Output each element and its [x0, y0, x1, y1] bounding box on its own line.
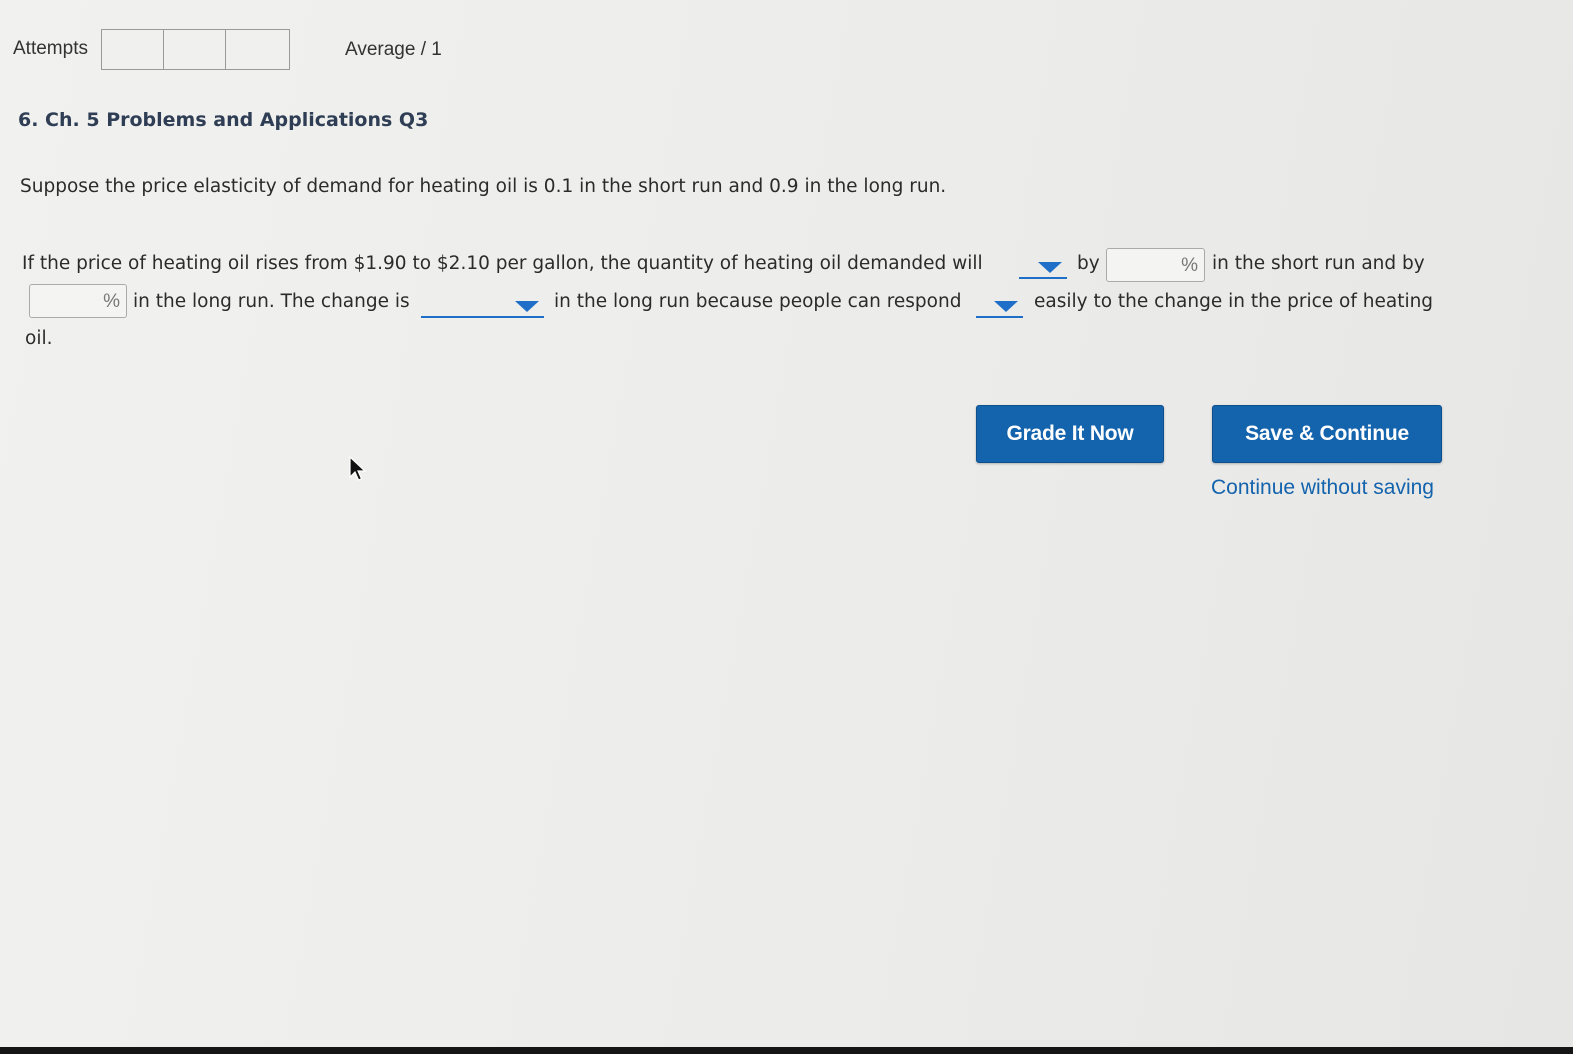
attempts-label: Attempts [13, 38, 88, 59]
question-title: 6. Ch. 5 Problems and Applications Q3 [18, 109, 429, 131]
save-and-continue-button[interactable]: Save & Continue [1212, 405, 1442, 463]
attempt-box-1 [102, 30, 164, 69]
question-text-part-2: by [1077, 253, 1100, 274]
caret-down-icon [1038, 262, 1062, 273]
question-text-part-7: oil. [25, 328, 53, 349]
caret-down-icon [994, 301, 1018, 312]
change-dropdown[interactable] [421, 294, 544, 318]
mouse-pointer-icon [349, 455, 367, 489]
question-text-part-5: in the long run because people can respo… [554, 291, 962, 312]
short-run-percent-input[interactable]: % [1106, 248, 1205, 282]
question-text-part-6: easily to the change in the price of hea… [1034, 291, 1434, 312]
percent-unit: % [1181, 255, 1198, 276]
long-run-percent-input[interactable]: % [29, 284, 127, 318]
percent-unit: % [103, 291, 120, 312]
respond-dropdown[interactable] [976, 294, 1023, 318]
attempts-indicator [101, 29, 290, 70]
question-text-part-3: in the short run and by [1212, 253, 1425, 274]
grade-it-now-button[interactable]: Grade It Now [976, 405, 1164, 463]
question-text-part-4: in the long run. The change is [133, 291, 410, 312]
screen-bottom-edge [0, 1047, 1573, 1054]
attempt-box-3 [226, 30, 289, 69]
question-prompt: Suppose the price elasticity of demand f… [20, 176, 947, 197]
average-score: Average / 1 [345, 39, 442, 60]
attempt-box-2 [164, 30, 226, 69]
direction-dropdown[interactable] [1019, 255, 1067, 279]
question-text-part-1: If the price of heating oil rises from $… [22, 253, 983, 274]
caret-down-icon [515, 301, 539, 312]
continue-without-saving-link[interactable]: Continue without saving [1211, 476, 1434, 500]
